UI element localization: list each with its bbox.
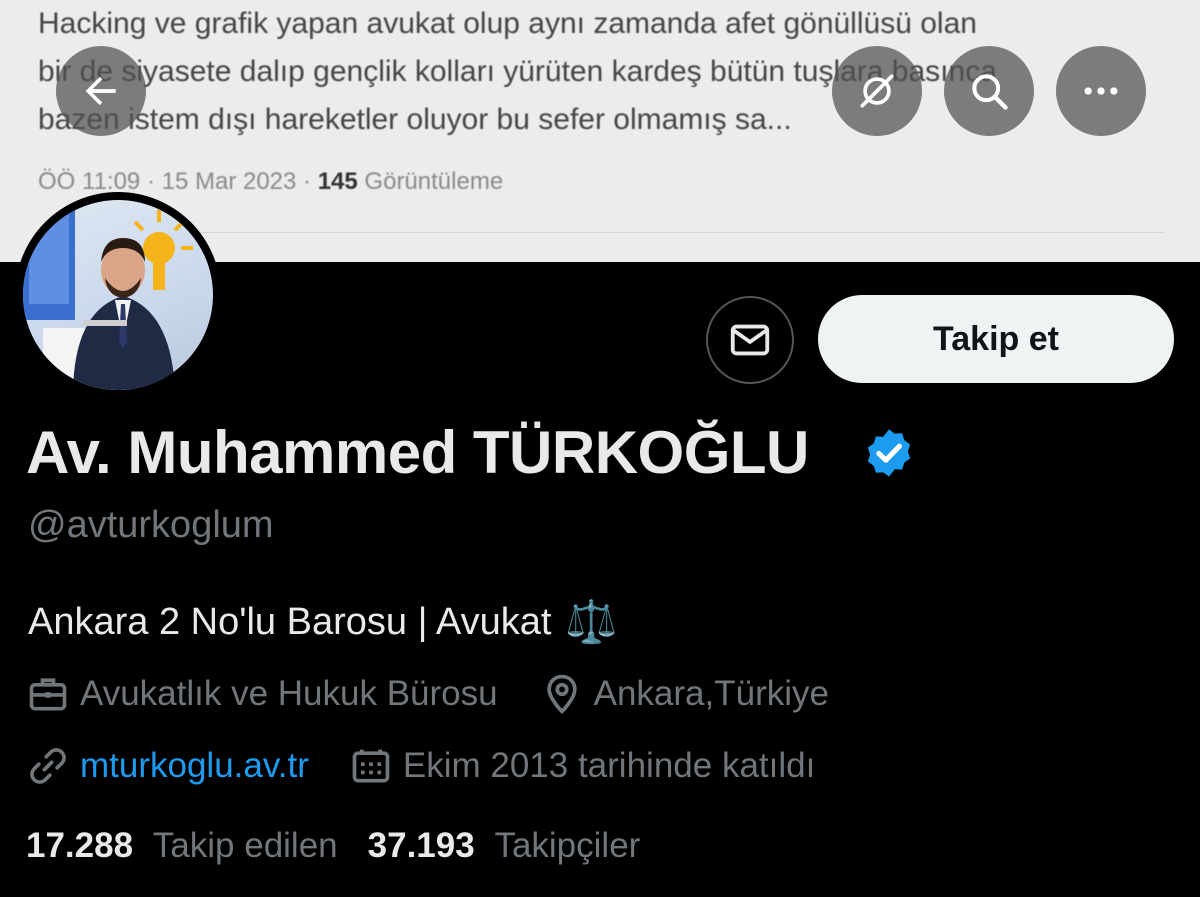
profile-name: Av. Muhammed TÜRKOĞLU: [26, 419, 809, 486]
search-icon: [972, 74, 1008, 110]
profile-handle: @avturkoglum: [28, 504, 274, 546]
avatar-photo: [23, 200, 213, 390]
profile-location: Ankara,Türkiye: [540, 672, 829, 716]
briefcase-icon: [29, 678, 67, 711]
scales-emoji: ⚖️: [565, 598, 618, 645]
more-button[interactable]: [1056, 46, 1146, 136]
profile-category: Avukatlık ve Hukuk Bürosu: [26, 672, 498, 716]
category-text: Avukatlık ve Hukuk Bürosu: [80, 674, 498, 713]
follow-button[interactable]: Takip et: [818, 295, 1174, 383]
joined-text: Ekim 2013 tarihinde katıldı: [402, 746, 816, 785]
verified-badge-icon[interactable]: [862, 426, 916, 480]
banner-tweet-line: Hacking ve grafik yapan avukat olup aynı…: [38, 7, 977, 40]
banner-divider: [36, 232, 1164, 233]
website-link[interactable]: mturkoglu.av.tr: [80, 746, 309, 786]
profile-bio: Ankara 2 No'lu Barosu | Avukat ⚖️: [28, 598, 618, 647]
grok-icon: [860, 74, 894, 108]
arrow-left-icon: [85, 76, 116, 106]
profile-meta-row: mturkoglu.av.tr Ekim 2013 tarihinde katı…: [26, 744, 815, 788]
following-count: 17.288: [26, 826, 134, 865]
search-button[interactable]: [944, 46, 1034, 136]
followers-count: 37.193: [367, 826, 475, 865]
following-link[interactable]: 17.288 Takip edilen: [26, 826, 338, 866]
location-text: Ankara,Türkiye: [593, 674, 829, 713]
location-pin-icon: [546, 674, 577, 715]
profile-meta-row: Avukatlık ve Hukuk Bürosu Ankara,Türkiye: [26, 672, 829, 716]
profile-joined: Ekim 2013 tarihinde katıldı: [349, 744, 815, 788]
back-button[interactable]: [56, 46, 146, 136]
message-button[interactable]: [706, 296, 794, 384]
followers-label: Takipçiler: [494, 826, 641, 865]
avatar[interactable]: [15, 192, 221, 398]
banner-views-label: Görüntüleme: [364, 168, 504, 195]
followers-link[interactable]: 37.193 Takipçiler: [368, 826, 641, 866]
envelope-icon: [730, 324, 770, 356]
banner-views-count: 145: [317, 168, 358, 195]
calendar-icon: [352, 749, 390, 783]
following-label: Takip edilen: [152, 826, 338, 865]
grok-button[interactable]: [832, 46, 922, 136]
profile-website[interactable]: mturkoglu.av.tr: [26, 744, 309, 788]
profile-stats: 17.288 Takip edilen 37.193 Takipçiler: [26, 826, 640, 866]
link-icon: [30, 748, 66, 784]
avatar-portrait: [23, 200, 193, 390]
banner-tweet-time: ÖÖ 11:09 · 15 Mar 2023 ·: [38, 168, 318, 195]
bio-text: Ankara 2 No'lu Barosu | Avukat: [28, 601, 552, 643]
more-icon: [1084, 87, 1118, 95]
